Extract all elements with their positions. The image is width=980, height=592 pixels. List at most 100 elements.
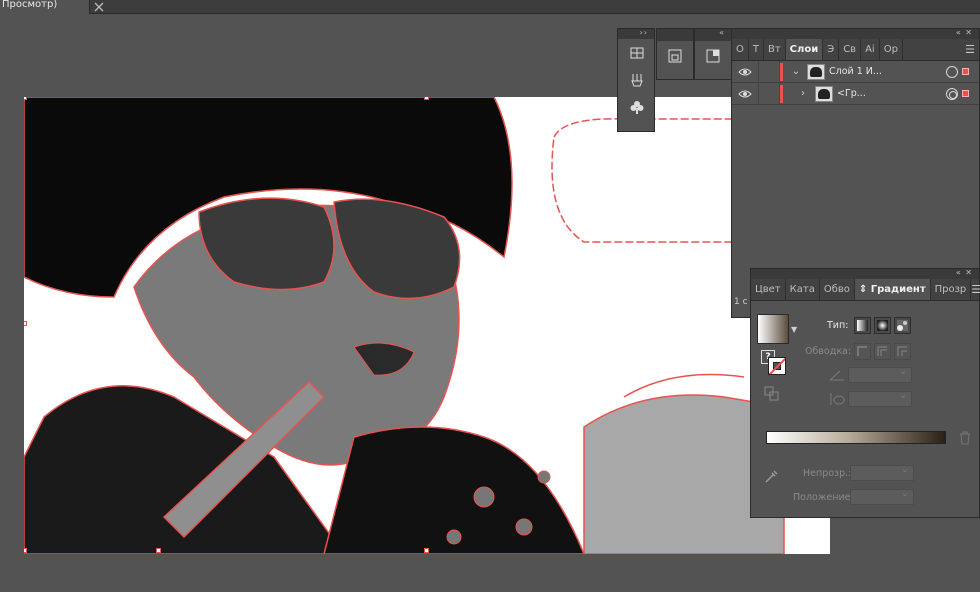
panel-grip[interactable] [657,29,693,41]
eye-icon[interactable] [738,89,752,99]
document-tab[interactable]: Просмотр) [0,0,90,14]
gradient-slider[interactable] [766,431,946,444]
stroke-label: Обводка: [805,346,852,357]
artwork-image [24,97,785,554]
stroke-across-button[interactable] [894,343,912,360]
panel-grip[interactable]: ›› [618,28,654,39]
gradient-swatch[interactable] [757,314,789,344]
collapse-arrows-icon[interactable]: « ✕ [956,268,973,277]
tools-panel: ›› [617,28,655,132]
aspect-ratio-field[interactable] [848,390,912,407]
brush-icon [631,73,643,86]
chevron-down-icon[interactable]: ⌄ [789,66,803,77]
selection-handle[interactable] [156,548,161,553]
eyedropper-icon[interactable] [763,469,779,485]
export-icon [706,49,720,63]
opacity-field[interactable] [850,464,914,481]
layer-row[interactable]: › <Гр... [732,82,979,105]
collapse-arrows-icon[interactable]: « ✕ [956,28,973,37]
tab-gradient[interactable]: ⇕ Градиент [854,279,931,300]
tab-links[interactable]: Св [839,39,862,60]
libraries-tool[interactable] [618,39,656,66]
tab-color-guide[interactable]: Ката [786,279,820,300]
collapse-arrows-icon[interactable]: ›› [640,28,648,37]
target-circle-icon[interactable] [946,65,958,78]
layer-name[interactable]: Слой 1 И... [829,66,946,77]
selection-handle[interactable] [24,97,27,100]
document-tab-strip: Просмотр) [0,0,980,14]
tab-align[interactable]: Вт [764,39,786,60]
selection-handle[interactable] [24,321,27,326]
asset-export-tool[interactable] [695,41,731,71]
stroke-along-icon [877,346,888,356]
layer-thumbnail [807,63,825,80]
chevron-right-icon[interactable]: › [789,88,805,99]
linear-gradient-icon [857,320,869,331]
symbols-tool[interactable] [618,93,656,120]
aspect-ratio-icon [830,393,845,405]
artboard-canvas[interactable] [24,97,830,554]
freeform-gradient-icon [897,320,909,331]
layer-color-bar [780,62,783,81]
selection-indicator[interactable] [962,90,969,97]
asset-panel-slot: « [694,28,732,80]
selection-indicator[interactable] [962,68,969,75]
layer-row[interactable]: ⌄ Слой 1 И... [732,60,979,83]
stroke-across-icon [897,346,908,356]
type-label: Тип: [827,320,849,331]
lock-toggle[interactable] [758,60,780,83]
tab-color[interactable]: Цвет [751,279,786,300]
stroke-none-icon[interactable] [768,357,786,375]
selection-handle[interactable] [424,97,429,100]
tab-stroke[interactable]: Обво [820,279,855,300]
target-circle-icon[interactable] [946,87,958,100]
freeform-gradient-button[interactable] [894,317,912,334]
stroke-within-button[interactable] [854,343,872,360]
position-field[interactable] [850,488,914,505]
panel-menu-icon[interactable]: ☰ [961,39,979,60]
panel-grip[interactable]: « ✕ [751,268,979,279]
tab-effects[interactable]: Э [823,39,840,60]
chevron-down-icon[interactable]: ▼ [791,325,797,334]
gradient-panel: « ✕ Цвет Ката Обво ⇕ Градиент Прозр ☰ ▼ … [750,268,980,518]
tab-layers[interactable]: Слои [785,39,824,60]
radial-gradient-button[interactable] [874,317,892,334]
position-label: Положение: [793,491,854,503]
angle-field[interactable] [848,366,912,383]
tab-properties[interactable]: О [732,39,749,60]
eye-icon[interactable] [738,67,752,77]
angle-icon [829,370,844,381]
tab-actions[interactable]: Аі [861,39,880,60]
artboards-panel-slot [656,28,694,80]
tab-transform[interactable]: Т [749,39,764,60]
grid-icon [630,47,644,58]
lock-toggle[interactable] [758,82,780,105]
stroke-within-icon [857,346,868,356]
selection-handle[interactable] [424,548,429,553]
document-tab-title: Просмотр) [2,0,58,10]
trash-icon[interactable] [959,431,971,445]
layers-count: 1 с [734,297,748,307]
stroke-along-button[interactable] [874,343,892,360]
tab-gradient-label: Градиент [870,284,926,295]
linear-gradient-button[interactable] [854,317,872,334]
layer-color-bar [780,84,783,103]
panel-menu-icon[interactable]: ☰ [971,279,980,300]
tab-pathfinder[interactable]: Ор [880,39,903,60]
panel-grip[interactable]: « ✕ [732,28,979,39]
close-icon[interactable] [92,0,106,14]
opacity-label: Непрозр.: [803,467,852,479]
artboard-tool[interactable] [657,41,693,71]
layer-thumbnail [815,85,833,102]
radial-gradient-icon [877,320,889,331]
selection-handle[interactable] [24,548,27,553]
panel-grip[interactable]: « [695,28,731,41]
artboard-icon [668,49,682,63]
collapse-arrows-icon[interactable]: « [719,28,725,37]
brushes-tool[interactable] [618,66,656,93]
tab-transparency[interactable]: Прозр [931,279,972,300]
swap-icon[interactable] [763,385,781,403]
layers-panel-tabs: О Т Вт Слои Э Св Аі Ор ☰ [732,39,979,61]
layer-name[interactable]: <Гр... [837,88,946,99]
gradient-panel-tabs: Цвет Ката Обво ⇕ Градиент Прозр ☰ [751,279,980,301]
